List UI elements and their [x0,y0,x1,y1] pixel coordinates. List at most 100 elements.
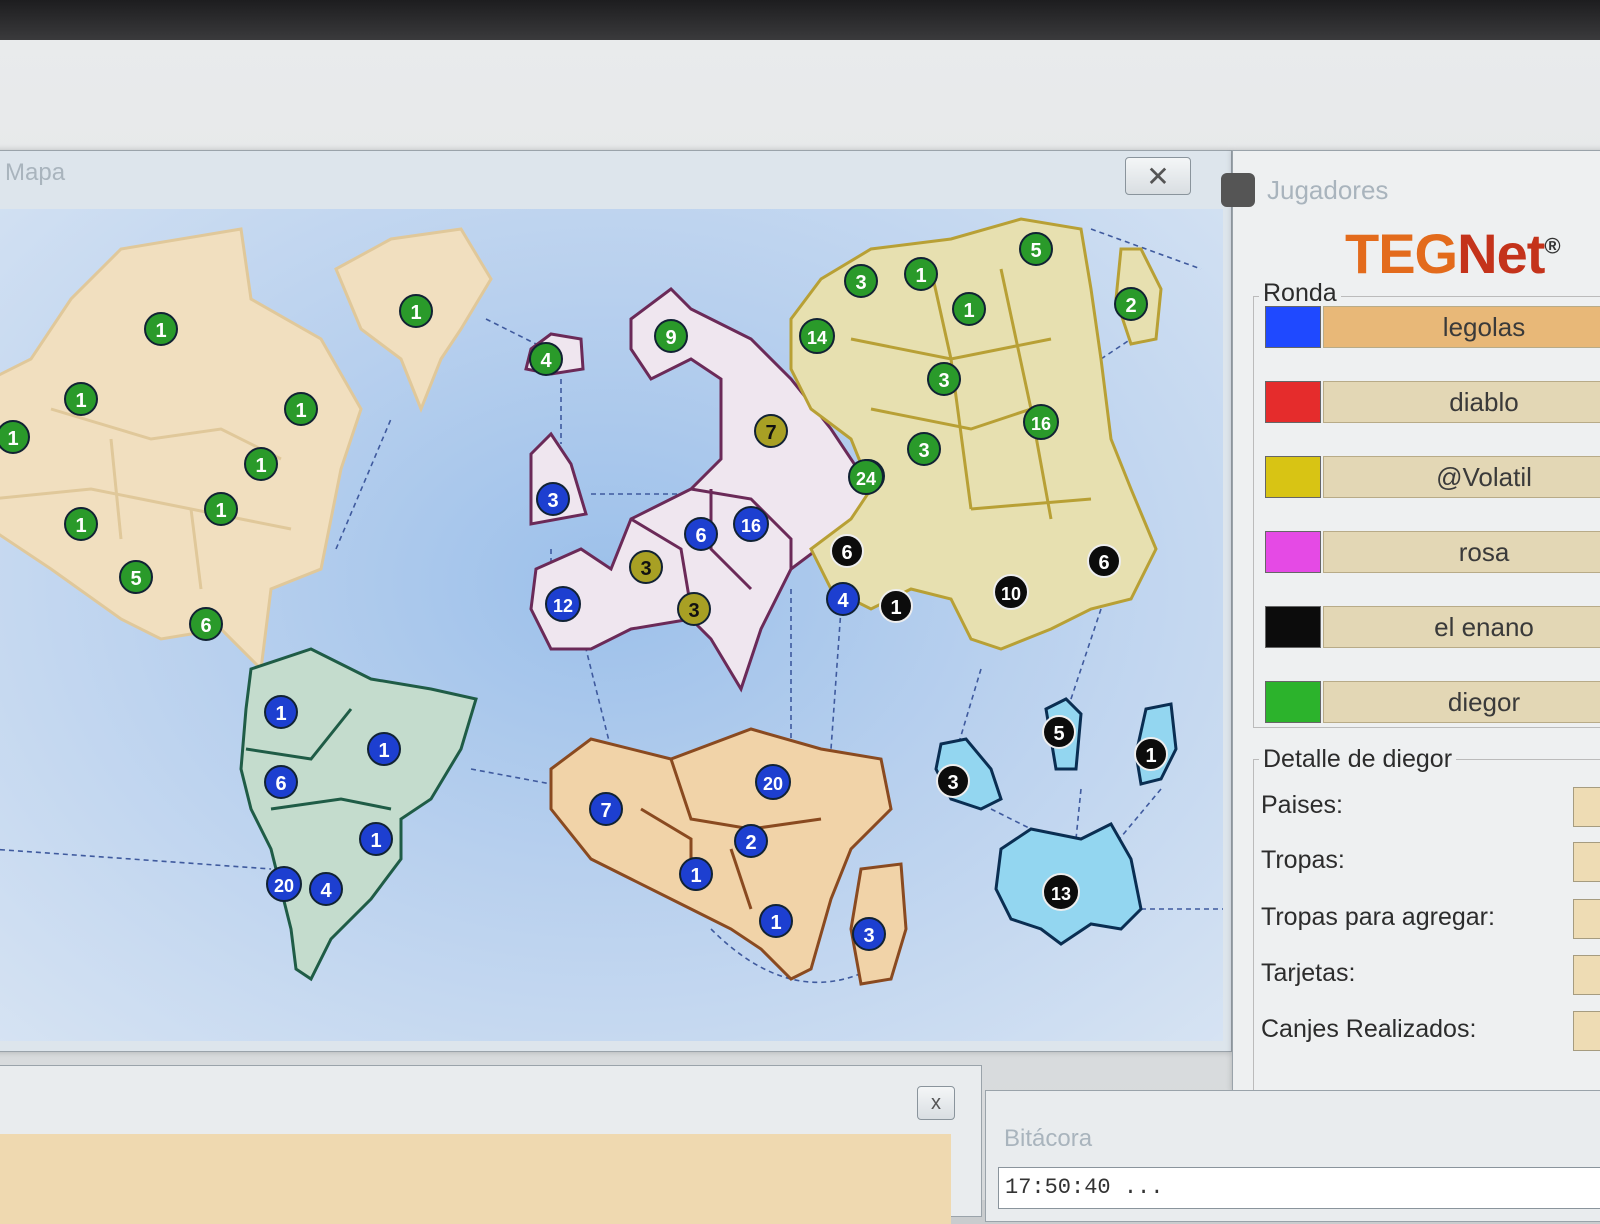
army-marker-black[interactable]: 13 [1042,873,1080,911]
player-row[interactable]: rosa [1265,531,1600,573]
army-marker-blue[interactable]: 20 [266,866,302,902]
svg-text:1: 1 [255,455,266,477]
svg-text:7: 7 [765,422,776,444]
army-marker-green[interactable]: 1 [64,382,98,416]
player-name: diegor [1323,681,1600,723]
army-marker-green[interactable]: 3 [844,264,878,298]
army-marker-green[interactable]: 4 [529,342,563,376]
army-marker-blue[interactable]: 12 [545,586,581,622]
army-marker-green[interactable]: 3 [907,432,941,466]
chat-close-button[interactable]: x [917,1086,955,1120]
army-marker-black[interactable]: 1 [879,589,913,623]
svg-text:1: 1 [295,400,306,422]
player-row[interactable]: diablo [1265,381,1600,423]
player-name: @Volatil [1323,456,1600,498]
army-marker-blue[interactable]: 1 [367,732,401,766]
svg-text:1: 1 [890,597,901,619]
logo-part2: Net [1457,222,1545,285]
detail-field-label: Paises: [1261,791,1343,819]
army-marker-olive[interactable]: 7 [754,414,788,448]
army-marker-blue[interactable]: 6 [264,765,298,799]
army-marker-green[interactable]: 1 [284,392,318,426]
army-marker-green[interactable]: 5 [119,560,153,594]
svg-text:1: 1 [378,740,389,762]
player-row[interactable]: diegor [1265,681,1600,723]
svg-text:5: 5 [1053,723,1064,745]
army-marker-olive[interactable]: 3 [629,550,663,584]
svg-text:1: 1 [770,912,781,934]
army-marker-olive[interactable]: 3 [677,592,711,626]
army-marker-blue[interactable]: 1 [679,857,713,891]
army-marker-black[interactable]: 3 [936,764,970,798]
player-row[interactable]: @Volatil [1265,456,1600,498]
army-marker-green[interactable]: 16 [1023,404,1059,440]
army-marker-blue[interactable]: 20 [755,764,791,800]
svg-text:4: 4 [837,590,849,612]
army-marker-green[interactable]: 3 [927,362,961,396]
army-marker-blue[interactable]: 16 [733,506,769,542]
detail-field-value [1573,1011,1600,1051]
army-marker-blue[interactable]: 4 [826,582,860,616]
svg-text:13: 13 [1051,884,1071,904]
army-marker-blue[interactable]: 6 [684,517,718,551]
army-marker-green[interactable]: 6 [189,607,223,641]
player-row[interactable]: el enano [1265,606,1600,648]
army-marker-green[interactable]: 1 [244,447,278,481]
army-marker-blue[interactable]: 2 [734,824,768,858]
svg-text:4: 4 [540,350,552,372]
army-marker-green[interactable]: 1 [144,312,178,346]
svg-text:16: 16 [1031,414,1051,434]
player-color-swatch [1265,531,1321,573]
army-marker-green[interactable]: 24 [848,459,884,495]
army-marker-green[interactable]: 1 [204,492,238,526]
svg-text:1: 1 [155,320,166,342]
army-marker-green[interactable]: 14 [799,318,835,354]
army-marker-green[interactable]: 1 [904,257,938,291]
army-marker-black[interactable]: 6 [830,534,864,568]
army-marker-blue[interactable]: 3 [536,482,570,516]
army-marker-green[interactable]: 9 [654,319,688,353]
detail-field-value [1573,899,1600,939]
svg-text:1: 1 [275,703,286,725]
army-marker-blue[interactable]: 1 [359,822,393,856]
army-marker-green[interactable]: 5 [1019,232,1053,266]
continent-africa [549,727,908,986]
svg-text:7: 7 [600,800,611,822]
map-window-title: Mapa [5,159,66,186]
svg-text:5: 5 [130,568,141,590]
map-window: Mapa ✕ 1 1 1 1 1 1 1 1 5 6 1 4 9 3 1 5 2… [0,150,1232,1052]
army-marker-black[interactable]: 10 [993,574,1029,610]
svg-text:1: 1 [7,428,18,450]
army-marker-blue[interactable]: 7 [589,792,623,826]
army-marker-black[interactable]: 1 [1134,737,1168,771]
army-marker-blue[interactable]: 3 [852,917,886,951]
log-entry[interactable]: 17:50:40 ... [998,1167,1600,1209]
army-marker-black[interactable]: 5 [1042,715,1076,749]
round-label: Ronda [1259,279,1341,308]
svg-text:3: 3 [688,600,699,622]
svg-text:24: 24 [856,469,876,489]
player-color-swatch [1265,681,1321,723]
army-marker-green[interactable]: 1 [64,507,98,541]
army-marker-blue[interactable]: 1 [759,904,793,938]
army-marker-black[interactable]: 6 [1087,544,1121,578]
chat-area[interactable] [0,1134,951,1224]
player-row[interactable]: legolas [1265,306,1600,348]
svg-text:1: 1 [75,515,86,537]
svg-text:1: 1 [215,500,226,522]
svg-text:3: 3 [947,772,958,794]
svg-text:10: 10 [1001,584,1021,604]
svg-text:2: 2 [1125,295,1136,317]
army-marker-green[interactable]: 1 [399,294,433,328]
player-color-swatch [1265,381,1321,423]
army-marker-green[interactable]: 2 [1114,287,1148,321]
monitor-bezel [0,0,1600,40]
map-close-button[interactable]: ✕ [1125,157,1191,195]
army-marker-green[interactable]: 1 [0,420,30,454]
army-marker-blue[interactable]: 1 [264,695,298,729]
army-marker-green[interactable]: 1 [952,292,986,326]
army-marker-blue[interactable]: 4 [309,872,343,906]
svg-text:6: 6 [841,542,852,564]
world-map[interactable]: 1 1 1 1 1 1 1 1 5 6 1 4 9 3 1 5 2 14 3 3 [0,209,1223,1041]
svg-text:6: 6 [275,773,286,795]
